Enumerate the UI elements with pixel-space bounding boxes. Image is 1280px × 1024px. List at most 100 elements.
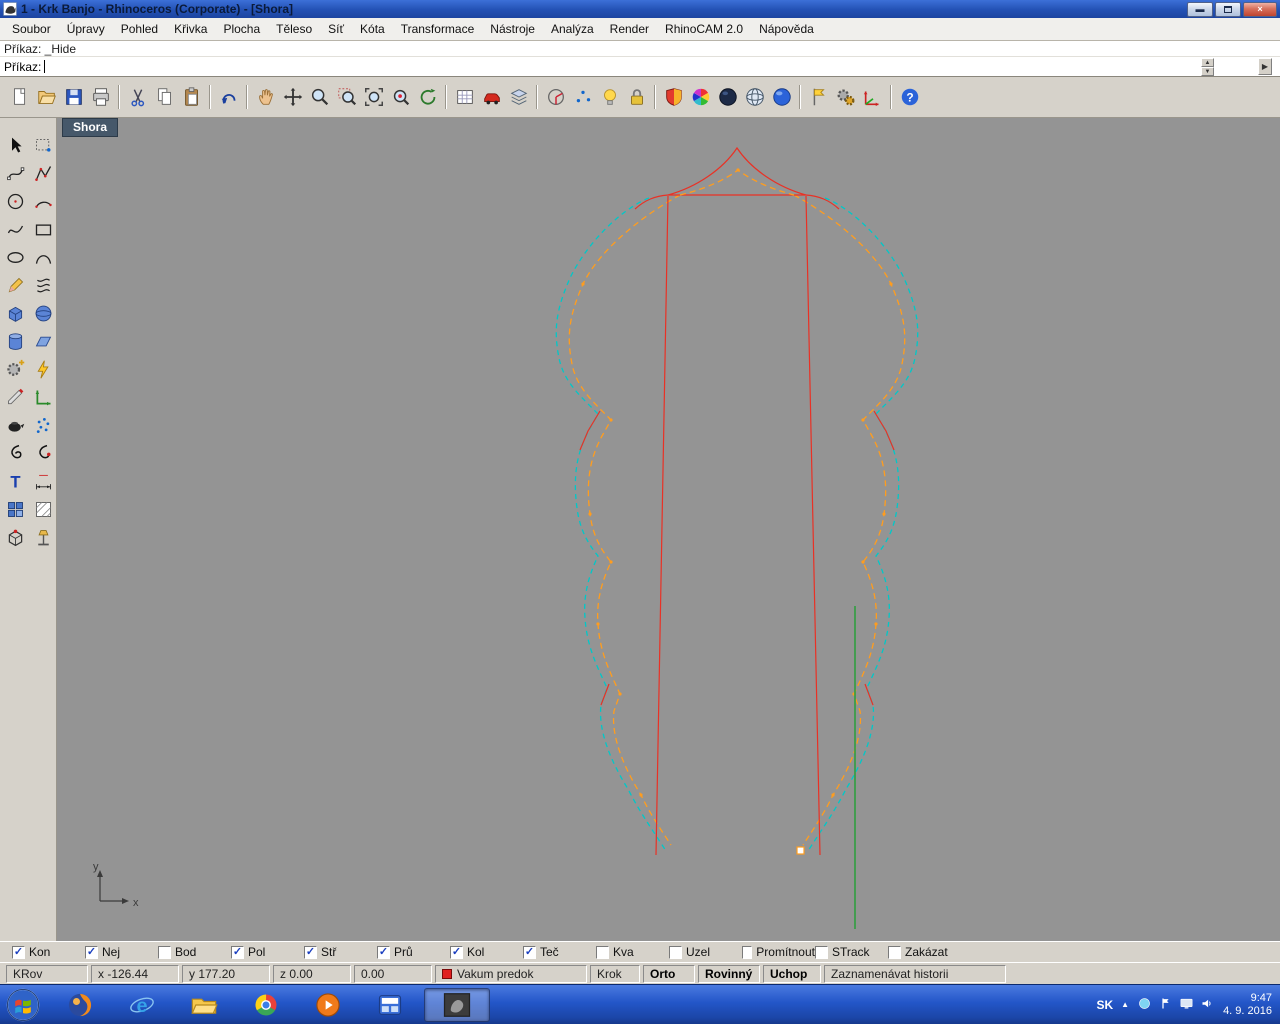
color-wheel-button[interactable] <box>687 84 714 111</box>
layers-button[interactable] <box>505 84 532 111</box>
maximize-button-icon[interactable] <box>1215 2 1241 17</box>
status-layer[interactable]: Vakum predok <box>435 965 587 983</box>
menu-pohled[interactable]: Pohled <box>113 18 166 40</box>
gears-button[interactable] <box>832 84 859 111</box>
rectangle-tool-button[interactable] <box>30 216 56 242</box>
close-button-icon[interactable]: × <box>1243 2 1277 17</box>
osnap-strack-checkbox[interactable] <box>815 946 828 959</box>
lamp-tool-button[interactable] <box>30 524 56 550</box>
zoom-window-button[interactable] <box>333 84 360 111</box>
osnap-uzel-checkbox[interactable] <box>669 946 682 959</box>
cplane-axes-button[interactable] <box>859 84 886 111</box>
menu-s-[interactable]: Síť <box>320 18 352 40</box>
menu-k-ta[interactable]: Kóta <box>352 18 393 40</box>
menu-rhinocam-2-0[interactable]: RhinoCAM 2.0 <box>657 18 751 40</box>
osnap-stř[interactable]: ✓Stř <box>304 945 377 959</box>
gear-module-tool-button[interactable] <box>2 356 28 382</box>
command-next-icon[interactable]: ▶ <box>1258 58 1272 75</box>
taskbar-rhinoceros[interactable] <box>424 988 490 1022</box>
open-button[interactable] <box>33 84 60 111</box>
menu-soubor[interactable]: Soubor <box>4 18 59 40</box>
osnap-zakázat[interactable]: Zakázat <box>888 945 961 959</box>
menu-transformace[interactable]: Transformace <box>393 18 483 40</box>
hatch-tool-button[interactable] <box>30 496 56 522</box>
spinner-down-icon[interactable]: ▼ <box>1201 67 1214 76</box>
bulb-button[interactable] <box>596 84 623 111</box>
ellipse-tool-button[interactable] <box>2 244 28 270</box>
menu-render[interactable]: Render <box>602 18 657 40</box>
hook-curve-tool-button[interactable] <box>2 440 28 466</box>
spinner-up-icon[interactable]: ▲ <box>1201 58 1214 67</box>
osnap-bod-checkbox[interactable] <box>158 946 171 959</box>
paste-button[interactable] <box>178 84 205 111</box>
block-insert-tool-button[interactable] <box>2 524 28 550</box>
status-historie[interactable]: Zaznamenávat historii <box>824 965 1006 983</box>
car-button[interactable] <box>478 84 505 111</box>
taskbar-firefox[interactable] <box>52 988 108 1022</box>
shield-button[interactable] <box>660 84 687 111</box>
taskbar-internet-explorer[interactable]: e <box>114 988 170 1022</box>
text-tool-button[interactable]: T <box>2 468 28 494</box>
arc-tool-button[interactable] <box>30 188 56 214</box>
status-rovinny[interactable]: Rovinný <box>698 965 760 983</box>
render-pot-tool-button[interactable] <box>2 412 28 438</box>
menu-n-stroje[interactable]: Nástroje <box>482 18 543 40</box>
polyline-tool-button[interactable] <box>30 160 56 186</box>
osnap-pol-checkbox[interactable]: ✓ <box>231 946 244 959</box>
select-lasso-tool-button[interactable] <box>30 132 56 158</box>
taskbar-media-player[interactable] <box>300 988 356 1022</box>
help-button[interactable]: ? <box>896 84 923 111</box>
taskbar-explorer[interactable] <box>176 988 232 1022</box>
osnap-bod[interactable]: Bod <box>158 945 231 959</box>
osnap-kva[interactable]: Kva <box>596 945 669 959</box>
osnap-teč[interactable]: ✓Teč <box>523 945 596 959</box>
new-button[interactable] <box>6 84 33 111</box>
conic-tool-button[interactable] <box>30 244 56 270</box>
status-orto[interactable]: Orto <box>643 965 695 983</box>
osnap-zakázat-checkbox[interactable] <box>888 946 901 959</box>
circle-tool-button[interactable] <box>2 188 28 214</box>
menu-t-leso[interactable]: Těleso <box>268 18 320 40</box>
cylinder-tool-button[interactable] <box>2 328 28 354</box>
tray-flag[interactable] <box>1158 996 1173 1014</box>
lock-button[interactable] <box>623 84 650 111</box>
point-cloud-tool-button[interactable] <box>30 412 56 438</box>
outer-curve-left[interactable] <box>556 198 666 851</box>
osnap-kol[interactable]: ✓Kol <box>450 945 523 959</box>
osnap-strack[interactable]: STrack <box>815 945 888 959</box>
sphere-tool-button[interactable] <box>30 300 56 326</box>
flag-button[interactable] <box>805 84 832 111</box>
angle-tool-button[interactable] <box>542 84 569 111</box>
undo-button[interactable] <box>215 84 242 111</box>
print-button[interactable] <box>87 84 114 111</box>
zoom-extents-button[interactable] <box>360 84 387 111</box>
grid-blocks-tool-button[interactable] <box>2 496 28 522</box>
rotate-view-button[interactable] <box>414 84 441 111</box>
sphere-blue-button[interactable] <box>768 84 795 111</box>
osnap-prů-checkbox[interactable]: ✓ <box>377 946 390 959</box>
viewport-title[interactable]: Shora <box>62 118 118 137</box>
pan-button[interactable] <box>252 84 279 111</box>
minimize-button-icon[interactable]: ▬ <box>1187 2 1213 17</box>
osnap-kol-checkbox[interactable]: ✓ <box>450 946 463 959</box>
osnap-stř-checkbox[interactable]: ✓ <box>304 946 317 959</box>
viewport-top[interactable]: y x Shora <box>57 118 1280 941</box>
sphere-dark-button[interactable] <box>714 84 741 111</box>
menu-n-pov-da[interactable]: Nápověda <box>751 18 822 40</box>
taskbar-file-manager[interactable] <box>362 988 418 1022</box>
outline-accents-left[interactable] <box>580 195 668 705</box>
offset-curve-left[interactable] <box>569 195 680 845</box>
neck-outline[interactable] <box>656 148 820 855</box>
clock[interactable]: 9:47 4. 9. 2016 <box>1223 992 1272 1018</box>
taskbar-chrome[interactable] <box>238 988 294 1022</box>
dimension-tool-button[interactable] <box>30 468 56 494</box>
selected-point[interactable] <box>797 847 804 854</box>
tray-volume[interactable] <box>1200 996 1215 1014</box>
helix-tool-button[interactable] <box>30 272 56 298</box>
language-indicator[interactable]: SK <box>1096 998 1113 1012</box>
osnap-kva-checkbox[interactable] <box>596 946 609 959</box>
copy-button[interactable] <box>151 84 178 111</box>
osnap-promítnout[interactable]: Promítnout <box>742 945 815 959</box>
command-prompt[interactable]: Příkaz: ▲ ▼ ▶ <box>0 57 1280 77</box>
cut-button[interactable] <box>124 84 151 111</box>
